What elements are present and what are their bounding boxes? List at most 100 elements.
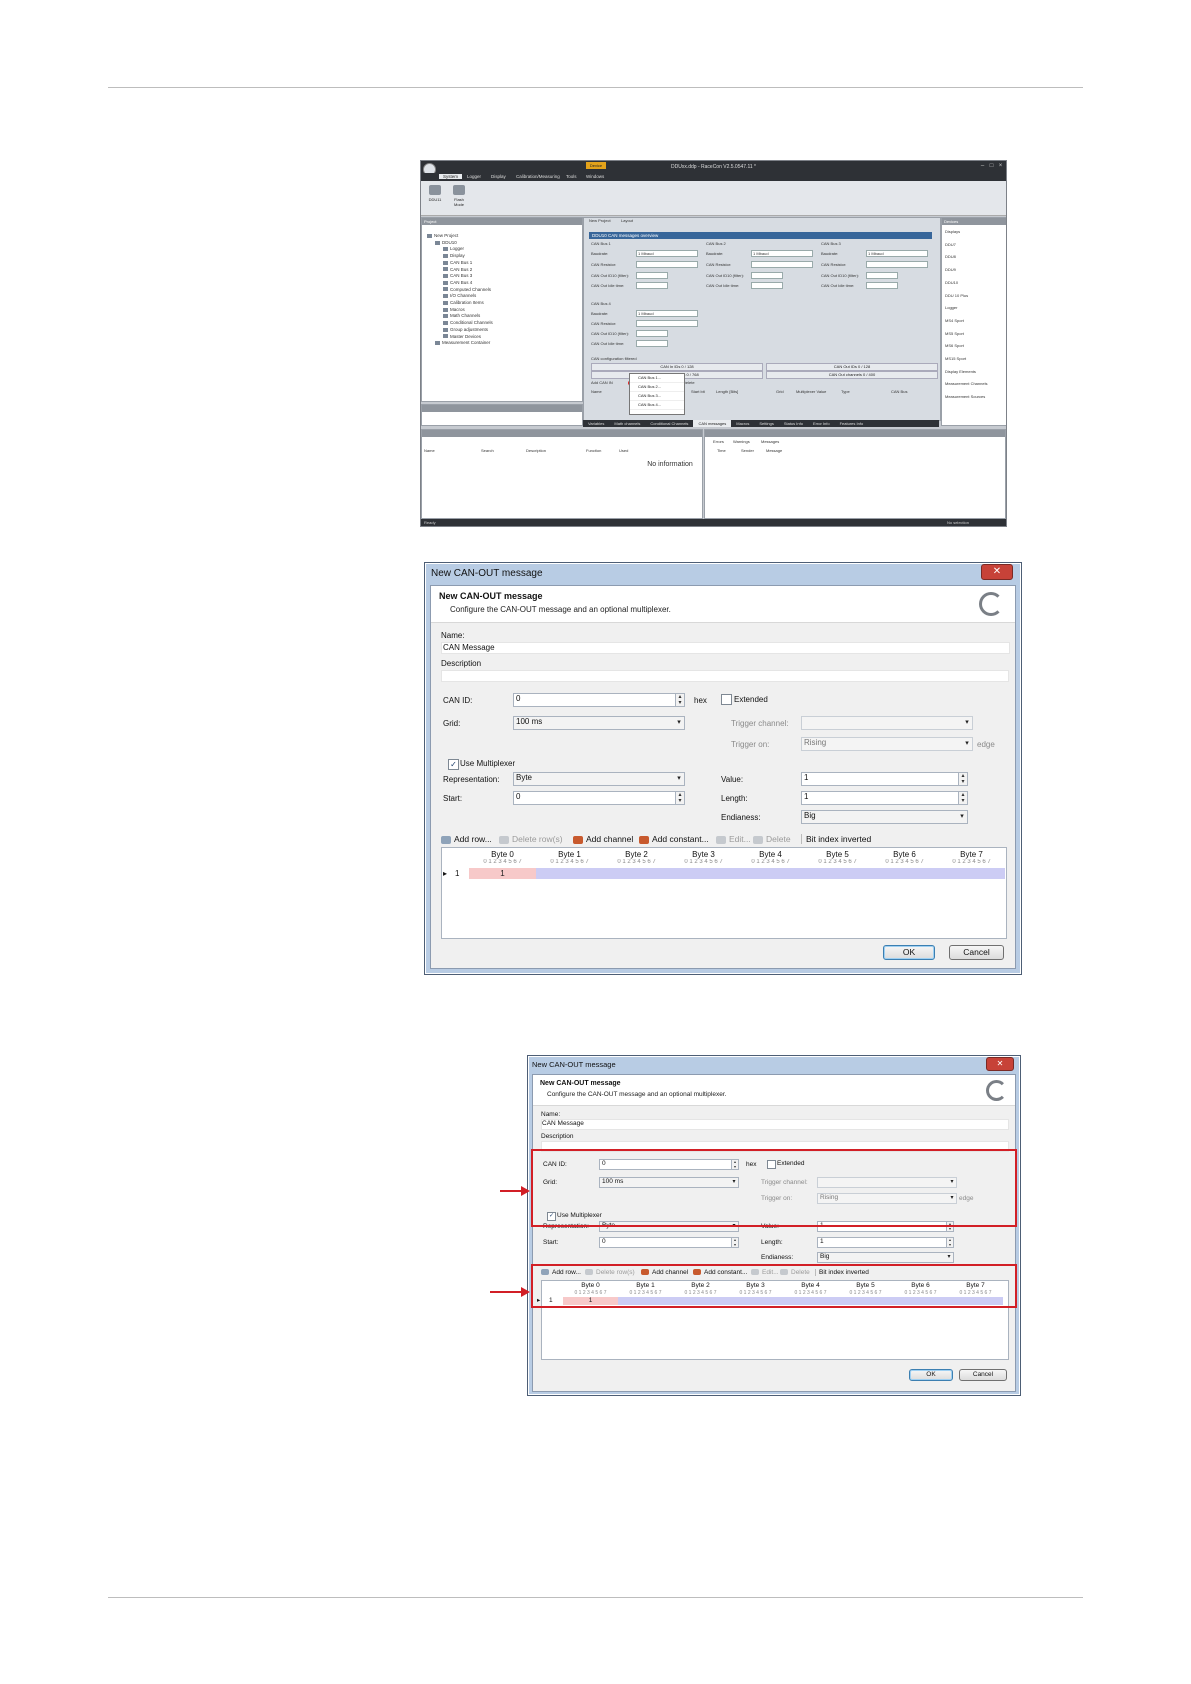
start-spinner[interactable]: ▴ ▾ <box>675 792 684 804</box>
delete-button[interactable]: Delete <box>753 834 791 844</box>
device-list-item[interactable]: Displays <box>945 229 960 234</box>
bus2-resistor-field[interactable] <box>751 261 813 268</box>
length-spinner-b[interactable]: ▴ ▾ <box>946 1238 953 1247</box>
endianess-select[interactable]: Big ▾ <box>801 810 968 824</box>
start-spinner-b[interactable]: ▴ ▾ <box>731 1238 738 1247</box>
info-tab-messages[interactable]: Messages <box>761 439 779 444</box>
bus3-id-field[interactable] <box>866 272 898 279</box>
can-id-spinner[interactable]: ▴ ▾ <box>675 694 684 706</box>
tree-item[interactable]: Group adjustments <box>443 327 488 332</box>
bus3-baud-field[interactable]: 1 Mbaud <box>866 250 928 257</box>
length-spinner[interactable]: ▴ ▾ <box>958 792 967 804</box>
tree-item[interactable]: CAN Bus 1 <box>443 260 472 265</box>
edit-button[interactable]: Edit... <box>716 834 751 844</box>
start-input-b[interactable]: 0 ▴ ▾ <box>599 1237 739 1248</box>
device-list-item[interactable]: Measurement Sources <box>945 394 985 399</box>
close-icon[interactable]: × <box>997 163 1004 170</box>
tree-item[interactable]: CAN Bus 2 <box>443 267 472 272</box>
tree-item[interactable]: Computed Channels <box>443 287 491 292</box>
bottom-tab[interactable]: Variables <box>583 420 609 427</box>
delete-rows-button[interactable]: Delete row(s) <box>499 834 563 844</box>
menu-tools[interactable]: Tools <box>566 174 577 179</box>
tree-item[interactable]: CAN Bus 3 <box>443 273 472 278</box>
tree-item[interactable]: I/O Channels <box>443 293 476 298</box>
trigger-on-select[interactable]: Rising ▾ <box>801 737 973 751</box>
popup-bus1[interactable]: CAN Bus 1... <box>630 374 684 383</box>
extended-checkbox[interactable] <box>721 694 732 705</box>
close-icon[interactable]: ✕ <box>981 564 1013 580</box>
tree-item[interactable]: Macros <box>443 307 465 312</box>
tree-item[interactable]: DDU10 <box>435 240 457 245</box>
doc-tab-new-project[interactable]: New Project <box>589 218 611 223</box>
bus4-idle-field[interactable] <box>636 340 668 347</box>
menu-windows[interactable]: Windows <box>586 174 604 179</box>
maximize-icon[interactable]: □ <box>988 163 995 170</box>
tree-item[interactable]: Display <box>443 253 465 258</box>
can-id-input[interactable]: 0 ▴ ▾ <box>513 693 685 707</box>
bus2-id-field[interactable] <box>751 272 783 279</box>
device-list-item[interactable]: DDU 10 Plus <box>945 293 968 298</box>
start-input[interactable]: 0 ▴ ▾ <box>513 791 685 805</box>
ddu-ribbon-button[interactable]: DDU11 <box>425 185 445 202</box>
byte0-cell[interactable]: 1 <box>469 868 536 879</box>
bus2-idle-field[interactable] <box>751 282 783 289</box>
add-can-in-button[interactable]: Add CAN IN <box>591 380 613 385</box>
tree-item[interactable]: Logger <box>443 246 464 251</box>
add-constant-button[interactable]: Add constant... <box>639 834 709 844</box>
device-list-item[interactable]: DDU8 <box>945 254 956 259</box>
device-list-item[interactable]: DDU10 <box>945 280 958 285</box>
bottom-tab[interactable]: Status Info <box>779 420 808 427</box>
use-multiplexer-checkbox[interactable]: ✓ <box>448 759 459 770</box>
device-list-item[interactable]: DDU9 <box>945 267 956 272</box>
tree-item[interactable]: Master Devices <box>443 334 481 339</box>
name-input-b[interactable]: CAN Message <box>541 1119 1009 1130</box>
bottom-tab[interactable]: Error Info <box>808 420 835 427</box>
popup-bus2[interactable]: CAN Bus 2... <box>630 383 684 392</box>
name-input[interactable]: CAN Message <box>441 642 1010 654</box>
menu-system[interactable]: System <box>439 174 463 179</box>
device-list-item[interactable]: MS15 Sport <box>945 356 966 361</box>
device-list-item[interactable]: DDU7 <box>945 242 956 247</box>
bus3-resistor-field[interactable] <box>866 261 928 268</box>
bus3-idle-field[interactable] <box>866 282 898 289</box>
menu-logger[interactable]: Logger <box>467 174 481 179</box>
menu-display[interactable]: Display <box>491 174 506 179</box>
description-input[interactable] <box>441 670 1009 682</box>
grid-select[interactable]: 100 ms ▾ <box>513 716 685 730</box>
tree-item[interactable]: Conditional Channels <box>443 320 493 325</box>
menu-calibration[interactable]: Calibration/Measuring <box>516 174 560 179</box>
bus1-idle-field[interactable] <box>636 282 668 289</box>
bottom-tab[interactable]: Features Info <box>835 420 869 427</box>
tree-item[interactable]: New Project <box>427 233 458 238</box>
device-list-item[interactable]: MS6 Sport <box>945 343 964 348</box>
length-input[interactable]: 1 ▴ ▾ <box>801 791 968 805</box>
table-row[interactable] <box>469 868 1005 879</box>
bus1-resistor-field[interactable] <box>636 261 698 268</box>
bottom-tab[interactable]: Settings <box>754 420 778 427</box>
popup-bus4[interactable]: CAN Bus 4... <box>630 401 684 410</box>
bus4-baud-field[interactable]: 1 Mbaud <box>636 310 698 317</box>
device-list-item[interactable]: Logger <box>945 305 957 310</box>
bus4-resistor-field[interactable] <box>636 320 698 327</box>
cancel-button-b[interactable]: Cancel <box>959 1369 1007 1381</box>
ok-button[interactable]: OK <box>883 945 935 960</box>
bus1-id-field[interactable] <box>636 272 668 279</box>
flash-mode-button[interactable]: Flash Mode <box>449 185 469 207</box>
cancel-button[interactable]: Cancel <box>949 945 1004 960</box>
endianess-select-b[interactable]: Big ▾ <box>817 1252 954 1263</box>
tree-item[interactable]: Measurement Container <box>435 340 490 345</box>
bus4-id-field[interactable] <box>636 330 668 337</box>
value-spinner[interactable]: ▴ ▾ <box>958 773 967 785</box>
length-input-b[interactable]: 1 ▴ ▾ <box>817 1237 954 1248</box>
info-tab-warnings[interactable]: Warnings <box>733 439 750 444</box>
info-tab-errors[interactable]: Errors <box>713 439 724 444</box>
tree-item[interactable]: CAN Bus 4 <box>443 280 472 285</box>
doc-tab-layout[interactable]: Layout <box>621 218 633 223</box>
minimize-icon[interactable]: – <box>979 163 986 170</box>
add-row-button[interactable]: Add row... <box>441 834 492 844</box>
tree-item[interactable]: Calibration Items <box>443 300 484 305</box>
bottom-tab[interactable]: Macros <box>731 420 754 427</box>
bit-index-inverted-toggle[interactable]: Bit index inverted <box>801 834 871 844</box>
representation-select[interactable]: Byte ▾ <box>513 772 685 786</box>
ok-button-b[interactable]: OK <box>909 1369 953 1381</box>
